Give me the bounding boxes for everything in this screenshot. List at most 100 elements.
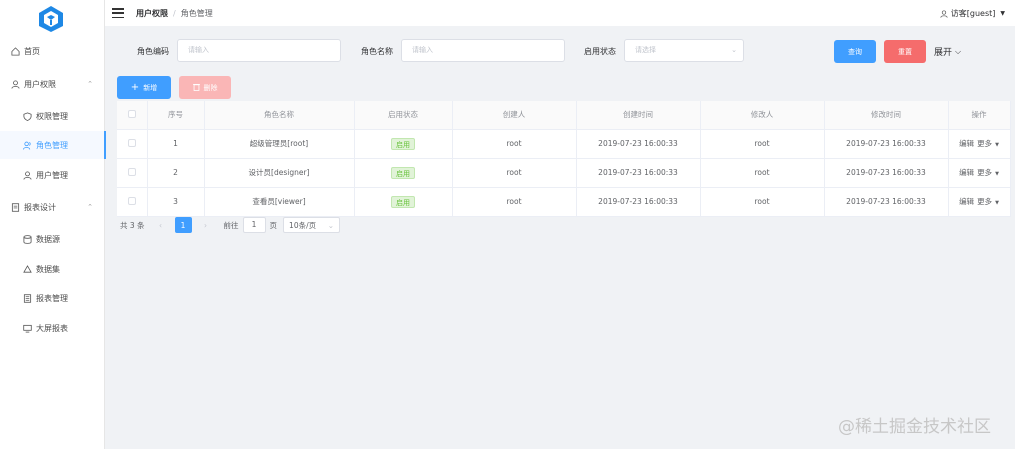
table-header-row: 序号 角色名称 启用状态 创建人 创建时间 修改人 修改时间 操作 bbox=[117, 101, 1011, 130]
edit-link[interactable]: 编辑 bbox=[959, 168, 974, 177]
goto-label: 前往 bbox=[223, 220, 239, 230]
user-icon bbox=[940, 9, 948, 18]
menu-toggle-icon[interactable] bbox=[112, 8, 124, 18]
column-header: 创建人 bbox=[452, 101, 577, 130]
cell-status: 启用 bbox=[354, 158, 453, 188]
row-checkbox[interactable] bbox=[117, 129, 148, 159]
sidebar-item-label: 首页 bbox=[24, 46, 40, 56]
more-link[interactable]: 更多 bbox=[977, 168, 992, 177]
cell-created: 2019-07-23 16:00:33 bbox=[576, 187, 701, 217]
cell-created: 2019-07-23 16:00:33 bbox=[576, 158, 701, 188]
sidebar-item-label: 数据集 bbox=[36, 264, 60, 274]
sidebar-item-report-management[interactable]: 报表管理 bbox=[0, 284, 105, 312]
database-icon bbox=[22, 234, 32, 244]
column-header: 角色名称 bbox=[204, 101, 355, 130]
more-link[interactable]: 更多 bbox=[977, 197, 992, 206]
user-menu[interactable]: 访客[guest] ▼ bbox=[940, 8, 1005, 19]
sidebar-item-permission-management[interactable]: 权限管理 bbox=[0, 102, 105, 130]
cell-actions: 编辑 更多 ▼ bbox=[948, 187, 1011, 217]
app-logo-icon[interactable] bbox=[37, 5, 65, 33]
sidebar-item-label: 角色管理 bbox=[36, 140, 68, 150]
breadcrumb-item[interactable]: 用户权限 bbox=[136, 8, 168, 19]
cell-name: 超级管理员[root] bbox=[204, 129, 355, 159]
sidebar-item-home[interactable]: 首页 bbox=[0, 37, 105, 65]
sidebar-item-screen-report[interactable]: 大屏报表 bbox=[0, 314, 105, 342]
edit-link[interactable]: 编辑 bbox=[959, 139, 974, 148]
status-badge: 启用 bbox=[391, 195, 415, 208]
document-icon bbox=[10, 202, 20, 212]
edit-link[interactable]: 编辑 bbox=[959, 197, 974, 206]
chevron-down-icon: ⌵ bbox=[955, 46, 962, 56]
sidebar-item-role-management[interactable]: 角色管理 bbox=[0, 131, 106, 159]
cell-modifier: root bbox=[700, 187, 825, 217]
status-badge: 启用 bbox=[391, 166, 415, 179]
role-name-label: 角色名称 bbox=[361, 47, 393, 56]
page-size-select[interactable]: 10条/页 ⌄ bbox=[283, 217, 341, 233]
sidebar-item-user-permissions[interactable]: 用户权限 ⌃ bbox=[0, 70, 105, 98]
prev-page-icon[interactable]: ‹ bbox=[153, 221, 169, 230]
delete-label: 删除 bbox=[203, 83, 218, 92]
caret-down-icon: ▼ bbox=[995, 200, 999, 206]
sidebar-item-label: 报表设计 bbox=[24, 202, 56, 212]
home-icon bbox=[10, 46, 20, 56]
add-button[interactable]: + 新增 bbox=[117, 76, 171, 99]
user-icon bbox=[22, 170, 32, 180]
caret-down-icon: ▼ bbox=[1000, 10, 1005, 17]
page-size-value: 10条/页 bbox=[289, 220, 317, 230]
cell-created: 2019-07-23 16:00:33 bbox=[576, 129, 701, 159]
cell-status: 启用 bbox=[354, 129, 453, 159]
column-header: 修改时间 bbox=[824, 101, 949, 130]
role-code-input[interactable]: 请输入 bbox=[177, 39, 341, 62]
expand-label: 展开 bbox=[934, 48, 953, 58]
sidebar-item-label: 权限管理 bbox=[36, 111, 68, 121]
cell-name: 设计员[designer] bbox=[204, 158, 355, 188]
enabled-status-select[interactable]: 请选择 ⌄ bbox=[624, 39, 744, 62]
cell-modified: 2019-07-23 16:00:33 bbox=[824, 129, 949, 159]
table-row: 1 超级管理员[root] 启用 root 2019-07-23 16:00:3… bbox=[117, 129, 1011, 159]
cell-modifier: root bbox=[700, 129, 825, 159]
cell-modifier: root bbox=[700, 158, 825, 188]
reset-button[interactable]: 重置 bbox=[884, 40, 926, 63]
table-row: 2 设计员[designer] 启用 root 2019-07-23 16:00… bbox=[117, 158, 1011, 188]
row-checkbox[interactable] bbox=[117, 158, 148, 188]
breadcrumb-separator: / bbox=[173, 8, 176, 18]
cell-status: 启用 bbox=[354, 187, 453, 217]
cell-name: 查看员[viewer] bbox=[204, 187, 355, 217]
chevron-down-icon: ⌄ bbox=[731, 46, 737, 54]
row-checkbox[interactable] bbox=[117, 187, 148, 217]
page-label: 页 bbox=[269, 220, 278, 230]
role-name-input[interactable]: 请输入 bbox=[401, 39, 565, 62]
expand-toggle[interactable]: 展开 ⌵ bbox=[934, 45, 962, 59]
sidebar-item-dataset[interactable]: 数据集 bbox=[0, 255, 105, 283]
sidebar-item-report-design[interactable]: 报表设计 ⌃ bbox=[0, 193, 105, 221]
caret-down-icon: ▼ bbox=[995, 171, 999, 177]
delete-button[interactable]: 删除 bbox=[179, 76, 231, 99]
cell-index: 1 bbox=[147, 129, 205, 159]
next-page-icon[interactable]: › bbox=[198, 221, 214, 230]
query-button[interactable]: 查询 bbox=[834, 40, 876, 63]
sidebar-item-user-management[interactable]: 用户管理 bbox=[0, 161, 105, 189]
sidebar-item-label: 大屏报表 bbox=[36, 323, 68, 333]
recycle-icon bbox=[22, 264, 32, 274]
page-jump-input[interactable]: 1 bbox=[242, 217, 266, 233]
column-header: 操作 bbox=[948, 101, 1011, 130]
chevron-up-icon: ⌃ bbox=[87, 80, 93, 88]
role-code-label: 角色编码 bbox=[137, 47, 169, 56]
cell-modified: 2019-07-23 16:00:33 bbox=[824, 187, 949, 217]
plus-icon: + bbox=[130, 82, 140, 93]
chevron-down-icon: ⌄ bbox=[327, 220, 335, 230]
sidebar-item-label: 数据源 bbox=[36, 234, 60, 244]
username: 访客[guest] bbox=[950, 9, 996, 18]
cell-modified: 2019-07-23 16:00:33 bbox=[824, 158, 949, 188]
breadcrumb: 用户权限 / 角色管理 bbox=[136, 8, 213, 19]
cell-actions: 编辑 更多 ▼ bbox=[948, 129, 1011, 159]
more-link[interactable]: 更多 bbox=[977, 139, 992, 148]
select-all-checkbox[interactable] bbox=[117, 101, 148, 130]
sidebar-item-datasource[interactable]: 数据源 bbox=[0, 225, 105, 253]
breadcrumb-current: 角色管理 bbox=[180, 8, 213, 18]
sidebar-item-label: 报表管理 bbox=[36, 293, 68, 303]
column-header: 创建时间 bbox=[576, 101, 701, 130]
current-page[interactable]: 1 bbox=[174, 217, 192, 233]
cell-creator: root bbox=[452, 187, 577, 217]
cell-index: 3 bbox=[147, 187, 205, 217]
